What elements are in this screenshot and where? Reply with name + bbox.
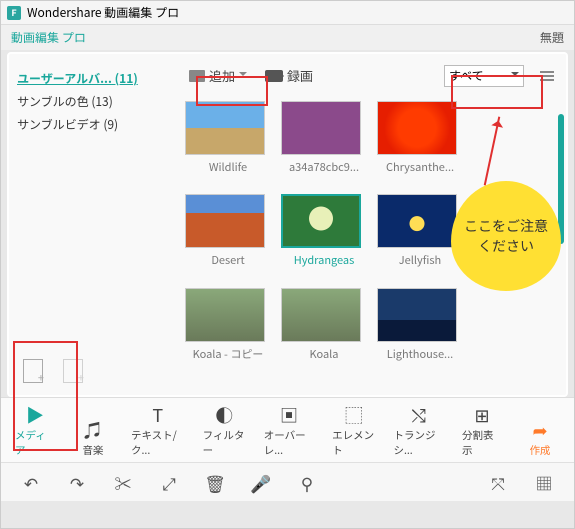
add-button[interactable]: 追加 <box>185 64 251 87</box>
tab-icon: ◐ <box>213 404 235 426</box>
content-topbar: 追加 録画 すべて <box>169 60 560 97</box>
thumb-caption: Lighthouse... <box>377 346 463 362</box>
tool-0[interactable]: ↶ <box>21 473 41 491</box>
tab-フィルター[interactable]: ◐フィルター <box>203 404 246 458</box>
thumb-image <box>281 101 361 155</box>
thumb-image <box>377 101 457 155</box>
album-sidebar: ユーザーアルバ... (11) サンブルの色 (13) サンブルビデオ (9) <box>9 54 169 395</box>
tool-5[interactable]: 🎤 <box>251 473 271 491</box>
tab-label: メディア <box>15 428 55 458</box>
tool-2[interactable]: ✂ <box>113 473 133 491</box>
media-thumb[interactable]: Desert <box>185 194 271 269</box>
new-item-disabled-icon <box>63 359 83 383</box>
record-label: 録画 <box>287 66 313 85</box>
caret-down-icon <box>239 72 247 80</box>
tab-icon: ▣ <box>278 404 300 426</box>
add-label: 追加 <box>209 66 235 85</box>
window-titlebar: F Wondershare 動画編集 プロ <box>1 1 574 25</box>
tool-7[interactable]: ⤧ <box>488 473 508 491</box>
tab-分割表示[interactable]: ⊞分割表示 <box>462 404 502 458</box>
thumb-caption: Jellyfish <box>377 252 463 268</box>
tab-icon: ♫ <box>82 419 104 441</box>
media-thumb[interactable]: Koala - コピー <box>185 288 271 363</box>
annotation-callout: ここをご注意ください <box>451 181 561 291</box>
thumb-image <box>377 194 457 248</box>
media-thumb[interactable]: Hydrangeas <box>281 194 367 269</box>
tab-label: 音楽 <box>83 443 104 458</box>
tab-icon: ⬚ <box>343 404 365 426</box>
thumb-image <box>281 288 361 342</box>
thumb-image <box>185 194 265 248</box>
media-thumb[interactable]: a34a78cbc9... <box>281 101 367 176</box>
thumb-image <box>377 288 457 342</box>
thumb-image <box>185 101 265 155</box>
tab-label: テキスト/ク... <box>131 428 185 458</box>
tab-label: 分割表示 <box>462 428 502 458</box>
camera-icon <box>265 70 283 82</box>
doc-untitled: 無題 <box>540 29 564 46</box>
app-logo-icon: F <box>7 6 21 20</box>
tab-label: エレメント <box>332 428 375 458</box>
thumb-image <box>281 194 361 248</box>
thumb-caption: Chrysanthe... <box>377 159 463 175</box>
tab-icon: T <box>147 404 169 426</box>
tool-3[interactable]: ⤢ <box>159 473 179 491</box>
media-thumb[interactable]: Jellyfish <box>377 194 463 269</box>
create-label: 作成 <box>530 443 551 458</box>
filter-dropdown[interactable]: すべて <box>444 65 524 87</box>
sidebar-actions <box>23 359 83 383</box>
tab-icon: ▶ <box>24 404 46 426</box>
callout-text: ここをご注意ください <box>461 216 551 256</box>
tab-オーバーレ...[interactable]: ▣オーバーレ... <box>264 404 314 458</box>
tab-label: トランジシ... <box>393 428 444 458</box>
folder-icon <box>189 70 205 82</box>
view-menu-button[interactable] <box>540 71 554 81</box>
media-thumb[interactable]: Chrysanthe... <box>377 101 463 176</box>
thumb-caption: Hydrangeas <box>281 252 367 268</box>
app-title: Wondershare 動画編集 プロ <box>27 4 179 21</box>
album-item[interactable]: ユーザーアルバ... (11) <box>17 70 161 87</box>
thumb-caption: a34a78cbc9... <box>281 159 367 175</box>
tab-メディア[interactable]: ▶メディア <box>15 404 55 458</box>
thumb-caption: Koala - コピー <box>185 346 271 362</box>
new-item-icon[interactable] <box>23 359 43 383</box>
tab-label: オーバーレ... <box>264 428 314 458</box>
media-thumb[interactable]: Wildlife <box>185 101 271 176</box>
tool-6[interactable]: ⚲ <box>297 473 317 491</box>
tool-4[interactable]: 🗑 <box>205 473 225 491</box>
create-icon: ➦ <box>529 419 551 441</box>
album-item[interactable]: サンブルの色 (13) <box>17 93 161 110</box>
media-thumb[interactable]: Koala <box>281 288 367 363</box>
panel-tabs: ▶メディア ♫ 音楽 Tテキスト/ク... ◐フィルター ▣オーバーレ... ⬚エレメント ⤭… <box>1 397 574 462</box>
filter-value: すべて <box>449 67 484 84</box>
album-item[interactable]: サンブルビデオ (9) <box>17 116 161 133</box>
media-thumb[interactable]: Lighthouse... <box>377 288 463 363</box>
tab-label: フィルター <box>203 428 246 458</box>
app-subtitle: 動画編集 プロ <box>11 29 86 46</box>
tool-8[interactable]: ▦ <box>534 473 554 491</box>
thumb-caption: Desert <box>185 252 271 268</box>
sub-titlebar: 動画編集 プロ 無題 <box>1 25 574 50</box>
tab-icon: ⊞ <box>471 404 493 426</box>
record-button[interactable]: 録画 <box>261 64 317 87</box>
tab-トランジシ...[interactable]: ⤭トランジシ... <box>393 404 444 458</box>
thumb-caption: Wildlife <box>185 159 271 175</box>
tab-icon: ⤭ <box>408 404 430 426</box>
thumb-caption: Koala <box>281 346 367 362</box>
create-button[interactable]: ➦ 作成 <box>520 419 560 458</box>
chevron-down-icon <box>511 72 519 80</box>
tab-エレメント[interactable]: ⬚エレメント <box>332 404 375 458</box>
tab-テキスト/ク...[interactable]: Tテキスト/ク... <box>131 404 185 458</box>
tool-1[interactable]: ↷ <box>67 473 87 491</box>
thumb-image <box>185 288 265 342</box>
timeline-toolbar: ↶ ↷ ✂ ⤢ 🗑 🎤 ⚲ ⤧ ▦ <box>1 462 574 501</box>
tab-音楽[interactable]: ♫ 音楽 <box>73 419 113 458</box>
